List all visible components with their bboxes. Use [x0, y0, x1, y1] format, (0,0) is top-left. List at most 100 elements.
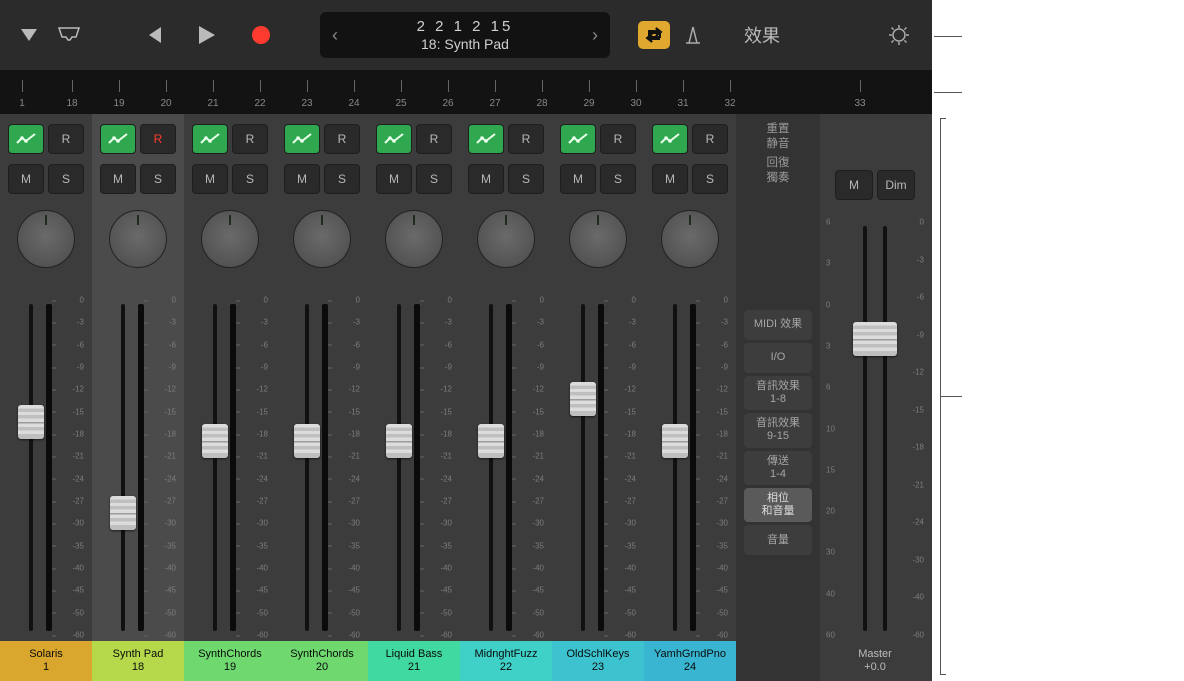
channel-strip: RMS0-3-6-9-12-15-18-21-24-27-30-35-40-45… — [644, 114, 736, 681]
pan-knob[interactable] — [109, 210, 167, 268]
track-name-plate[interactable]: YamhGrndPno24 — [644, 641, 736, 681]
solo-button[interactable]: S — [416, 164, 452, 194]
channel-strip: RMS0-3-6-9-12-15-18-21-24-27-30-35-40-45… — [0, 114, 92, 681]
solo-button[interactable]: S — [692, 164, 728, 194]
record-enable-button[interactable]: R — [692, 124, 728, 154]
fx-tab-label[interactable]: 效果 — [744, 22, 780, 48]
mute-button[interactable]: M — [284, 164, 320, 194]
prev-button[interactable] — [138, 20, 168, 50]
level-meter — [322, 304, 328, 631]
record-enable-button[interactable]: R — [324, 124, 360, 154]
pan-knob[interactable] — [385, 210, 443, 268]
recall-solo-button[interactable]: 回復獨奏 — [767, 156, 790, 186]
pan-knob[interactable] — [569, 210, 627, 268]
inbox-icon[interactable] — [54, 20, 84, 50]
ruler-tick: 24 — [348, 98, 359, 109]
fader-cap[interactable] — [110, 496, 136, 530]
track-name-plate[interactable]: MidnghtFuzz22 — [460, 641, 552, 681]
solo-button[interactable]: S — [232, 164, 268, 194]
view-selector-button[interactable]: MIDI 效果 — [744, 310, 812, 340]
fader-cap[interactable] — [662, 424, 688, 458]
track-name-plate[interactable]: OldSchlKeys23 — [552, 641, 644, 681]
pan-knob[interactable] — [661, 210, 719, 268]
channel-strip: RMS0-3-6-9-12-15-18-21-24-27-30-35-40-45… — [368, 114, 460, 681]
fader-cap[interactable] — [294, 424, 320, 458]
track-name-plate[interactable]: SynthChords19 — [184, 641, 276, 681]
ruler-tick: 31 — [677, 98, 688, 109]
channel-strip: RMS0-3-6-9-12-15-18-21-24-27-30-35-40-45… — [552, 114, 644, 681]
automation-button[interactable] — [8, 124, 44, 154]
ruler-tick: 28 — [536, 98, 547, 109]
automation-button[interactable] — [192, 124, 228, 154]
ruler-tick: 29 — [583, 98, 594, 109]
mute-button[interactable]: M — [100, 164, 136, 194]
record-enable-button[interactable]: R — [232, 124, 268, 154]
mute-button[interactable]: M — [652, 164, 688, 194]
play-button[interactable] — [192, 20, 222, 50]
record-button[interactable] — [246, 20, 276, 50]
pan-knob[interactable] — [477, 210, 535, 268]
solo-button[interactable]: S — [140, 164, 176, 194]
menu-triangle-icon[interactable] — [14, 20, 44, 50]
automation-button[interactable] — [376, 124, 412, 154]
channel-strip: RMS0-3-6-9-12-15-18-21-24-27-30-35-40-45… — [92, 114, 184, 681]
fader-cap[interactable] — [478, 424, 504, 458]
track-name-plate[interactable]: Solaris1 — [0, 641, 92, 681]
master-name-plate: Master+0.0 — [820, 641, 930, 681]
lcd-next-icon[interactable]: › — [588, 21, 602, 50]
position-display: 2 2 1 2 15 — [342, 18, 588, 35]
automation-button[interactable] — [560, 124, 596, 154]
pan-knob[interactable] — [201, 210, 259, 268]
solo-button[interactable]: S — [508, 164, 544, 194]
timeline-ruler[interactable]: 118192021222324252627282930313233 — [0, 70, 932, 115]
lcd-prev-icon[interactable]: ‹ — [328, 21, 342, 50]
track-label-display: 18: Synth Pad — [342, 36, 588, 52]
master-mute-button[interactable]: M — [835, 170, 873, 200]
automation-button[interactable] — [468, 124, 504, 154]
channel-strip: RMS0-3-6-9-12-15-18-21-24-27-30-35-40-45… — [460, 114, 552, 681]
view-selector-button[interactable]: 音量 — [744, 525, 812, 555]
mute-button[interactable]: M — [468, 164, 504, 194]
pan-knob[interactable] — [293, 210, 351, 268]
automation-button[interactable] — [100, 124, 136, 154]
record-enable-button[interactable]: R — [416, 124, 452, 154]
ruler-tick: 26 — [442, 98, 453, 109]
solo-button[interactable]: S — [324, 164, 360, 194]
record-enable-button[interactable]: R — [508, 124, 544, 154]
fader-cap[interactable] — [202, 424, 228, 458]
automation-button[interactable] — [652, 124, 688, 154]
record-enable-button[interactable]: R — [140, 124, 176, 154]
fader-cap[interactable] — [386, 424, 412, 458]
view-selector-button[interactable]: 相位和音量 — [744, 488, 812, 522]
solo-button[interactable]: S — [600, 164, 636, 194]
record-enable-button[interactable]: R — [600, 124, 636, 154]
track-name-plate[interactable]: Synth Pad18 — [92, 641, 184, 681]
fader-cap[interactable] — [18, 405, 44, 439]
pan-knob[interactable] — [17, 210, 75, 268]
view-selector-button[interactable]: 傳送1-4 — [744, 451, 812, 485]
mute-button[interactable]: M — [192, 164, 228, 194]
master-fader-cap[interactable] — [853, 322, 897, 356]
record-enable-button[interactable]: R — [48, 124, 84, 154]
ruler-tick: 25 — [395, 98, 406, 109]
view-selector-button[interactable]: 音訊效果1-8 — [744, 376, 812, 410]
mixer-side-panel: 重置静音回復獨奏 MIDI 效果I/O音訊效果1-8音訊效果9-15 傳送1-4相位… — [736, 114, 820, 681]
mute-button[interactable]: M — [560, 164, 596, 194]
view-selector-button[interactable]: I/O — [744, 343, 812, 373]
master-dim-button[interactable]: Dim — [877, 170, 915, 200]
solo-button[interactable]: S — [48, 164, 84, 194]
mute-button[interactable]: M — [8, 164, 44, 194]
fader-cap[interactable] — [570, 382, 596, 416]
level-meter — [598, 304, 604, 631]
view-selector-button[interactable]: 音訊效果9-15 — [744, 413, 812, 447]
gear-icon[interactable] — [884, 20, 914, 50]
mute-button[interactable]: M — [376, 164, 412, 194]
track-name-plate[interactable]: SynthChords20 — [276, 641, 368, 681]
cycle-button[interactable] — [638, 21, 670, 49]
reset-mute-button[interactable]: 重置静音 — [767, 122, 790, 152]
ruler-tick: 23 — [301, 98, 312, 109]
metronome-icon[interactable] — [678, 20, 708, 50]
track-name-plate[interactable]: Liquid Bass21 — [368, 641, 460, 681]
automation-button[interactable] — [284, 124, 320, 154]
channel-strip: RMS0-3-6-9-12-15-18-21-24-27-30-35-40-45… — [184, 114, 276, 681]
